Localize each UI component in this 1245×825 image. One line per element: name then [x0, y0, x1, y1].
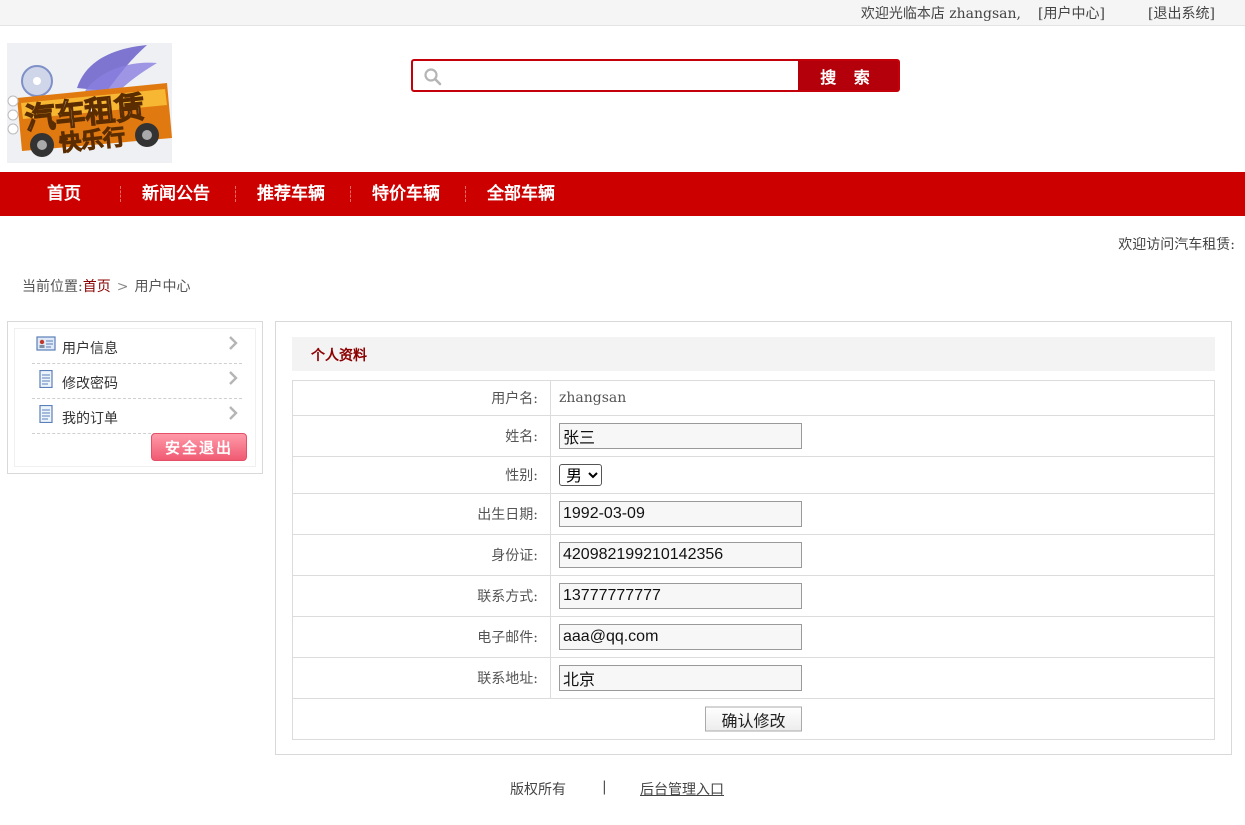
search-button[interactable]: 搜 索: [798, 61, 898, 90]
breadcrumb-current: 用户中心: [134, 279, 191, 295]
user-sidebar: 用户信息 修改密码 我的订单 安全退出: [7, 321, 263, 474]
sidebar-item-change-password[interactable]: 修改密码: [32, 364, 242, 399]
safe-logout-button[interactable]: 安全退出: [151, 433, 247, 461]
form-row-birth-date: 出生日期:: [293, 494, 1214, 535]
form-row-gender: 性别: 男: [293, 457, 1214, 494]
chevron-right-icon: [229, 336, 238, 350]
nav-item-special[interactable]: 特价车辆: [372, 172, 440, 216]
footer-divider: |: [602, 779, 607, 795]
sidebar-item-label: 我的订单: [62, 411, 118, 427]
form-row-name: 姓名:: [293, 416, 1214, 457]
id-card-icon: [36, 336, 56, 351]
name-label: 姓名:: [505, 429, 538, 445]
document-icon: [39, 370, 53, 388]
site-logo[interactable]: 汽车租赁 快乐行: [7, 43, 172, 163]
gender-select[interactable]: 男: [559, 464, 602, 486]
address-input[interactable]: [559, 665, 802, 691]
nav-item-recommended[interactable]: 推荐车辆: [257, 172, 325, 216]
car-rental-logo-image: 汽车租赁 快乐行: [7, 43, 172, 163]
id-card-label: 身份证:: [491, 548, 538, 564]
nav-divider: [235, 186, 236, 202]
admin-entry-link[interactable]: 后台管理入口: [640, 779, 724, 799]
welcome-text: 欢迎光临本店 zhangsan,: [860, 6, 1021, 22]
gender-label: 性别:: [505, 468, 538, 484]
main-nav: 首页 新闻公告 推荐车辆 特价车辆 全部车辆: [0, 172, 1245, 216]
email-input[interactable]: [559, 624, 802, 650]
nav-divider: [120, 186, 121, 202]
birth-date-input[interactable]: [559, 501, 802, 527]
form-row-address: 联系地址:: [293, 658, 1214, 699]
sidebar-item-label: 修改密码: [62, 376, 118, 392]
phone-input[interactable]: [559, 583, 802, 609]
breadcrumb-arrow: >: [116, 279, 129, 295]
search-icon: [424, 68, 442, 86]
chevron-right-icon: [229, 371, 238, 385]
user-center-link[interactable]: [用户中心]: [1038, 3, 1105, 23]
sidebar-item-label: 用户信息: [62, 341, 118, 357]
nav-item-home[interactable]: 首页: [47, 172, 81, 216]
document-icon: [39, 405, 53, 423]
sidebar-item-user-info[interactable]: 用户信息: [32, 329, 242, 364]
panel-header: 个人资料: [292, 337, 1215, 371]
username-value: zhangsan: [559, 390, 627, 406]
breadcrumb: 当前位置:首页 > 用户中心: [22, 276, 190, 296]
breadcrumb-home-link[interactable]: 首页: [83, 279, 111, 295]
top-bar: 欢迎光临本店 zhangsan, [用户中心] [退出系统]: [0, 0, 1245, 26]
nav-item-all-cars[interactable]: 全部车辆: [487, 172, 555, 216]
form-row-id-card: 身份证:: [293, 535, 1214, 576]
panel-title: 个人资料: [311, 348, 367, 364]
id-card-input[interactable]: [559, 542, 802, 568]
search-input[interactable]: [449, 63, 799, 88]
form-row-email: 电子邮件:: [293, 617, 1214, 658]
form-row-phone: 联系方式:: [293, 576, 1214, 617]
marquee-text: 欢迎访问汽车租赁:: [1118, 237, 1235, 253]
confirm-edit-button[interactable]: 确认修改: [705, 706, 802, 732]
exit-system-link[interactable]: [退出系统]: [1148, 3, 1215, 23]
name-input[interactable]: [559, 423, 802, 449]
username-label: 用户名:: [491, 391, 538, 407]
chevron-right-icon: [229, 406, 238, 420]
form-row-username: 用户名: zhangsan: [293, 381, 1214, 416]
profile-form: 用户名: zhangsan 姓名: 性别: 男 出生日期: 身份证: 联系方式:: [292, 380, 1215, 740]
nav-divider: [465, 186, 466, 202]
address-label: 联系地址:: [477, 671, 538, 687]
profile-panel: 个人资料 用户名: zhangsan 姓名: 性别: 男 出生日期: 身份证:: [275, 321, 1232, 755]
birth-date-label: 出生日期:: [477, 507, 538, 523]
phone-label: 联系方式:: [477, 589, 538, 605]
nav-divider: [350, 186, 351, 202]
sidebar-item-my-orders[interactable]: 我的订单: [32, 399, 242, 434]
breadcrumb-prefix: 当前位置:: [22, 279, 83, 295]
footer-copyright: 版权所有: [510, 782, 566, 798]
email-label: 电子邮件:: [477, 630, 538, 646]
form-row-submit: 确认修改: [293, 699, 1214, 739]
search-bar: 搜 索: [411, 59, 900, 92]
nav-item-news[interactable]: 新闻公告: [142, 172, 210, 216]
